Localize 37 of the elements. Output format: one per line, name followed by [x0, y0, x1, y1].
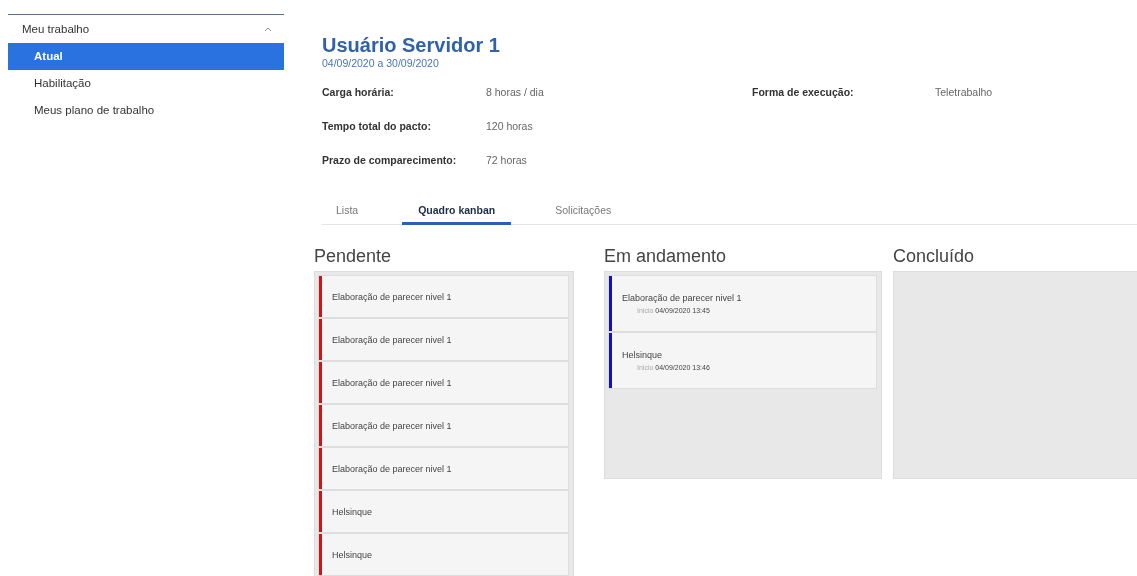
detail-label: Prazo de comparecimento: [322, 154, 458, 166]
detail-value: 8 horas / dia [486, 86, 545, 98]
detail-value: 120 horas [486, 120, 534, 132]
task-title: Elaboração de parecer nivel 1 [332, 420, 452, 431]
tab[interactable]: Lista [322, 199, 373, 225]
sidebar-item[interactable]: Meus plano de trabalho [8, 97, 284, 124]
tab[interactable]: Quadro kanban [402, 199, 512, 225]
detail-value: Teletrabalho [935, 86, 994, 98]
task-title: Helsinque [332, 549, 373, 560]
task-card[interactable]: Elaboração de parecer nivel 1 [318, 404, 569, 447]
tab[interactable]: Solicitações [541, 199, 626, 225]
sidebar-item[interactable]: Atual [8, 43, 284, 70]
detail-label: Forma de execução: [752, 86, 855, 98]
detail-label: Tempo total do pacto: [322, 120, 432, 132]
menu-group-header[interactable]: Meu trabalho [8, 15, 284, 43]
task-card[interactable]: Helsinque [318, 533, 569, 576]
task-title: Elaboração de parecer nivel 1 [622, 293, 742, 303]
task-card[interactable]: Helsinque [318, 490, 569, 533]
task-title: Elaboração de parecer nivel 1 [332, 463, 452, 474]
task-title: Elaboração de parecer nivel 1 [332, 291, 452, 302]
task-card[interactable]: Elaboração de parecer nivel 1 [318, 318, 569, 361]
task-title: Helsinque [332, 506, 373, 517]
task-card[interactable]: Elaboração de parecer nivel 1 [318, 361, 569, 404]
caret-up-icon [264, 26, 272, 32]
task-title: Helsinque [622, 350, 664, 360]
period-text: 04/09/2020 a 30/09/2020 [321, 57, 440, 69]
task-card[interactable]: Elaboração de parecer nivel 1 [318, 275, 569, 318]
column-title: Pendente [314, 245, 393, 267]
task-card[interactable]: Elaboração de parecer nivel 1 [318, 447, 569, 490]
task-title: Elaboração de parecer nivel 1 [332, 334, 452, 345]
column-title: Concluído [893, 245, 976, 267]
detail-label: Carga horária: [322, 86, 395, 98]
sidebar-item[interactable]: Habilitação [8, 70, 284, 97]
task-title: Elaboração de parecer nivel 1 [332, 377, 452, 388]
page-title: Usuário Servidor 1 [321, 33, 501, 57]
column-title: Em andamento [604, 245, 728, 267]
detail-value: 72 horas [486, 154, 528, 166]
